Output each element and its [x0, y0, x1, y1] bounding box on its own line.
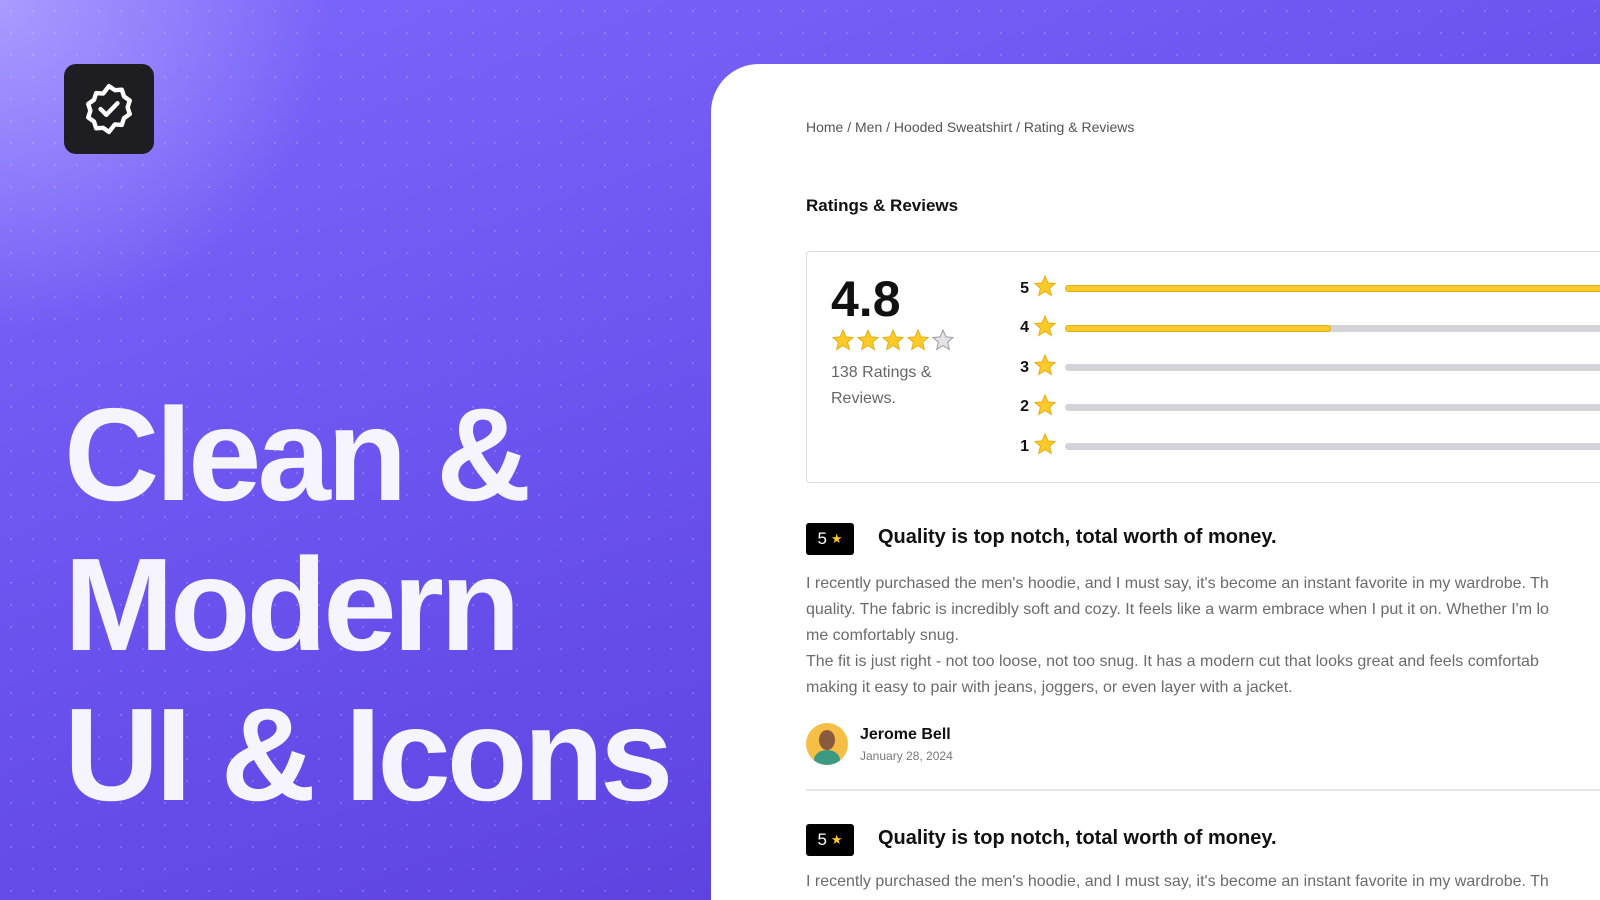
star-icon	[1033, 274, 1057, 303]
rating-bar-fill	[1065, 324, 1331, 332]
review-item: 5 ★ Quality is top notch, total worth of …	[806, 824, 1600, 896]
hero-headline: Clean & Modern UI & Icons	[64, 380, 673, 830]
star-icon	[1033, 353, 1057, 382]
star-icon	[1033, 393, 1057, 422]
average-stars	[831, 328, 955, 357]
review-date: January 28, 2024	[860, 748, 953, 763]
rating-bar	[1065, 285, 1600, 292]
star-icon: ★	[830, 832, 843, 847]
section-title: Ratings & Reviews	[806, 196, 959, 215]
rating-bar	[1065, 403, 1600, 411]
rating-bar	[1065, 364, 1600, 371]
review-body: I recently purchased the men's hoodie, a…	[806, 873, 1549, 890]
avatar	[806, 723, 848, 765]
star-filled-icon	[831, 328, 855, 357]
star-filled-icon	[906, 328, 930, 357]
rating-row-3[interactable]: 3	[1015, 353, 1600, 382]
rating-label: 5	[1020, 279, 1029, 297]
review-title: Quality is top notch, total worth of mon…	[878, 827, 1277, 849]
star-filled-icon	[856, 328, 880, 357]
star-icon: ★	[830, 531, 843, 546]
review-title: Quality is top notch, total worth of mon…	[878, 526, 1277, 548]
star-empty-icon	[931, 328, 955, 357]
rating-bar-fill	[1065, 285, 1600, 292]
breadcrumb[interactable]: Home / Men / Hooded Sweatshirt / Rating …	[806, 119, 1134, 135]
rating-label: 2	[1020, 398, 1029, 415]
rating-label: 3	[1020, 358, 1029, 376]
author-name: Jerome Bell	[860, 725, 951, 743]
rating-row-5[interactable]: 5	[1015, 274, 1600, 303]
rating-value: 5	[817, 830, 827, 849]
rating-summary: 4.8 138 Ratings & Reviews. 5 4 3 2 1	[806, 251, 1600, 483]
rating-bar	[1065, 443, 1600, 450]
rating-badge: 5 ★	[806, 523, 854, 555]
rating-badge: 5 ★	[806, 824, 854, 856]
rating-row-4[interactable]: 4	[1015, 314, 1600, 343]
hero-line: Modern	[64, 531, 521, 678]
rating-label: 4	[1020, 319, 1029, 336]
review-author: Jerome Bell January 28, 2024	[806, 723, 953, 765]
rating-bar	[1065, 324, 1600, 332]
rating-value: 5	[817, 529, 827, 548]
review-body: I recently purchased the men's hoodie, a…	[806, 575, 1549, 696]
logo	[64, 64, 154, 154]
rating-row-1[interactable]: 1	[1015, 432, 1600, 461]
star-filled-icon	[881, 328, 905, 357]
average-score: 4.8	[831, 271, 901, 327]
star-icon	[1033, 314, 1057, 343]
star-icon	[1033, 432, 1057, 461]
rating-row-2[interactable]: 2	[1015, 393, 1600, 422]
rating-label: 1	[1020, 437, 1029, 455]
reviews-card: Home / Men / Hooded Sweatshirt / Rating …	[711, 64, 1600, 900]
hero-line: Clean &	[64, 381, 531, 528]
hero-line: UI & Icons	[64, 681, 673, 828]
review-item: 5 ★ Quality is top notch, total worth of …	[806, 523, 1600, 793]
verified-badge-icon	[86, 83, 132, 135]
divider	[806, 789, 1600, 791]
ratings-count: 138 Ratings & Reviews.	[831, 364, 932, 407]
